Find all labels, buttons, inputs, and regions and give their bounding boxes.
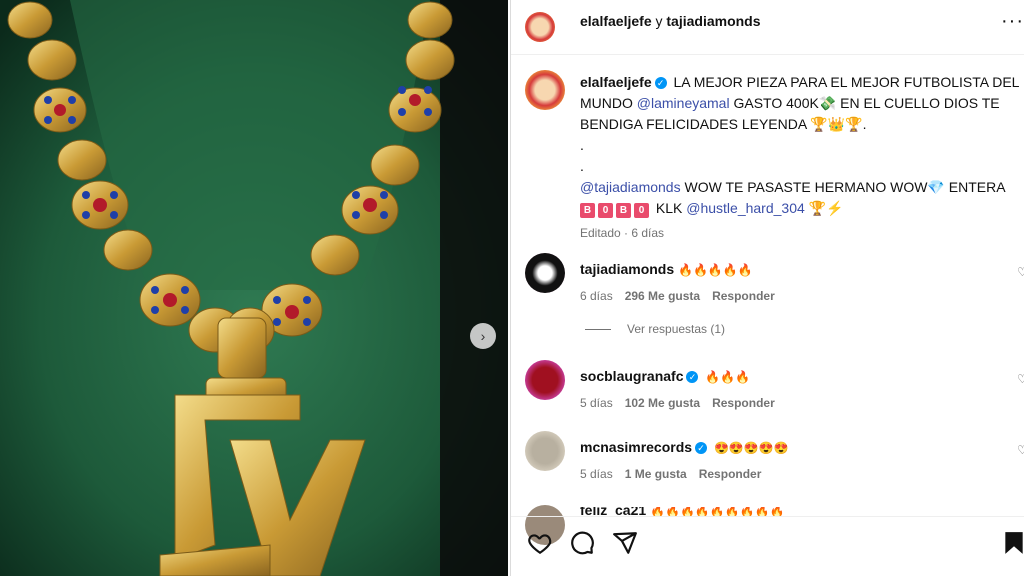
- bookmark-icon: [1005, 532, 1023, 554]
- comment-text: 🔥🔥🔥🔥🔥🔥🔥🔥🔥: [650, 507, 785, 516]
- post-details-panel: elalfaeljefe y tajiadiamonds ··· elalfae…: [510, 0, 1024, 576]
- caption-text4: KLK: [655, 200, 683, 216]
- avatar[interactable]: [525, 12, 555, 42]
- comment-likes[interactable]: 1 Me gusta: [625, 467, 687, 481]
- save-button[interactable]: [1003, 530, 1024, 561]
- share-icon: [613, 532, 637, 554]
- comment-like-icon[interactable]: ♡: [1017, 443, 1024, 457]
- comment-reply-button[interactable]: Responder: [699, 467, 762, 481]
- badge-b2: B: [616, 203, 631, 218]
- comment-item: tajiadiamonds 🔥🔥🔥🔥🔥 6 días 296 Me gusta Re…: [580, 260, 1020, 303]
- badge-b1: B: [580, 203, 595, 218]
- post-header: elalfaeljefe y tajiadiamonds ···: [511, 0, 1024, 55]
- comment-age: 5 días: [580, 467, 613, 481]
- comment-like-icon[interactable]: ♡: [1017, 372, 1024, 386]
- comment-text: 🔥🔥🔥🔥🔥: [678, 263, 753, 277]
- comment-age: 6 días: [580, 289, 613, 303]
- chevron-right-icon: ›: [480, 328, 486, 344]
- caption-avatar[interactable]: [525, 70, 565, 110]
- post-caption: elalfaeljefe ✓ LA MEJOR PIEZA PARA EL MEJ…: [580, 72, 1020, 244]
- verified-icon: ✓: [695, 442, 708, 455]
- caption-second-block: @tajiadiamonds WOW TE PASASTE HERMANO WO…: [580, 177, 1020, 198]
- comment-item: socblaugranafc ✓ 🔥🔥🔥 5 días 102 Me gusta Re…: [580, 367, 1020, 410]
- comment-likes[interactable]: 296 Me gusta: [625, 289, 700, 303]
- badge-01: 0: [598, 203, 613, 218]
- comment-reply-button[interactable]: Responder: [712, 396, 775, 410]
- necklace-image: [0, 0, 508, 576]
- comment-icon: [571, 531, 594, 555]
- comment-avatar[interactable]: [525, 431, 565, 471]
- caption-username[interactable]: elalfaeljefe: [580, 74, 652, 90]
- caption-mention2[interactable]: @tajiadiamonds: [580, 179, 681, 195]
- header-joiner: y: [651, 13, 667, 29]
- post-image[interactable]: ›: [0, 0, 508, 576]
- verified-icon: ✓: [654, 77, 667, 90]
- view-replies-label: Ver respuestas (1): [627, 322, 726, 336]
- caption-dot2: .: [580, 158, 584, 174]
- comment-like-icon[interactable]: ♡: [1017, 265, 1024, 279]
- heart-icon: [528, 534, 552, 555]
- comment-avatar[interactable]: [525, 360, 565, 400]
- next-image-button[interactable]: ›: [470, 323, 496, 349]
- comment-likes[interactable]: 102 Me gusta: [625, 396, 700, 410]
- replies-divider: [585, 328, 611, 330]
- comment-item: feliz_ca21 🔥🔥🔥🔥🔥🔥🔥🔥🔥: [580, 507, 1020, 516]
- comment-avatar[interactable]: [525, 253, 565, 293]
- comment-item: mcnasimrecords ✓ 😍😍😍😍😍 5 días 1 Me gusta Re…: [580, 438, 1020, 481]
- comment-username[interactable]: socblaugranafc: [580, 368, 683, 384]
- header-user1[interactable]: elalfaeljefe: [580, 13, 652, 29]
- view-replies-button[interactable]: Ver respuestas (1): [585, 322, 725, 336]
- post-view: › elalfaeljefe y tajiadiamonds ··· elalf…: [0, 0, 1024, 576]
- comment-text: 😍😍😍😍😍: [713, 441, 789, 455]
- share-button[interactable]: [612, 530, 638, 561]
- verified-icon: ✓: [686, 371, 699, 384]
- comment-button[interactable]: [569, 530, 595, 561]
- caption-edited: Editado · 6 días: [580, 226, 665, 240]
- header-usernames: elalfaeljefe y tajiadiamonds: [580, 13, 761, 29]
- comment-text: 🔥🔥🔥: [705, 370, 751, 384]
- like-button[interactable]: [527, 530, 553, 561]
- caption-third-line: B0B0 KLK @hustle_hard_304 🏆⚡: [580, 198, 1020, 219]
- caption-dot1: .: [580, 137, 584, 153]
- badge-02: 0: [634, 203, 649, 218]
- header-user2[interactable]: tajiadiamonds: [666, 13, 760, 29]
- caption-mention[interactable]: @lamineyamal: [637, 95, 730, 111]
- comment-username[interactable]: mcnasimrecords: [580, 439, 692, 455]
- caption-text3: WOW TE PASASTE HERMANO WOW💎 ENTERA: [684, 179, 1006, 195]
- more-options-icon[interactable]: ···: [1001, 10, 1024, 33]
- comment-reply-button[interactable]: Responder: [712, 289, 775, 303]
- caption-text5: 🏆⚡: [808, 200, 844, 216]
- comment-username[interactable]: feliz_ca21: [580, 507, 646, 516]
- comment-age: 5 días: [580, 396, 613, 410]
- comment-username[interactable]: tajiadiamonds: [580, 261, 674, 277]
- caption-mention3[interactable]: @hustle_hard_304: [686, 200, 805, 216]
- post-actions-bar: [511, 516, 1024, 577]
